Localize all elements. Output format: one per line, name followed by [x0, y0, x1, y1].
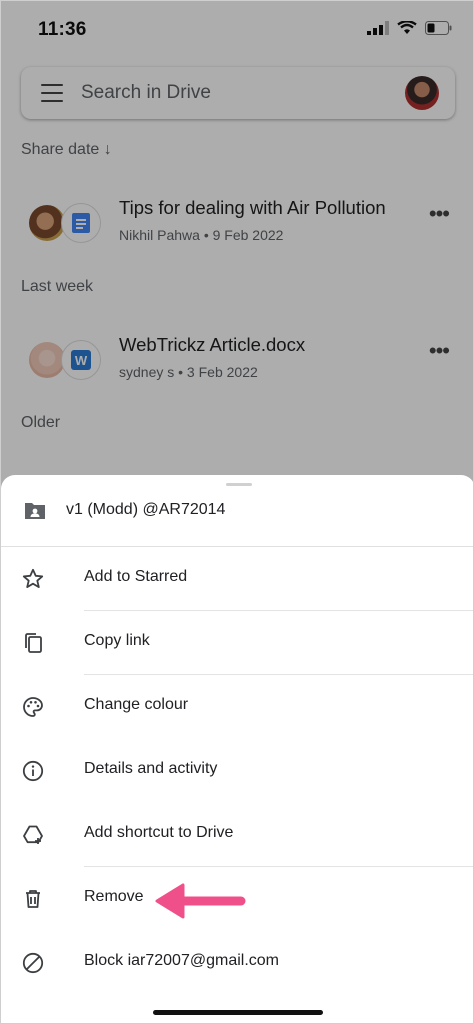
- action-label: Remove: [84, 888, 144, 905]
- block-icon: [22, 952, 44, 974]
- block-user-action[interactable]: Block iar72007@gmail.com: [1, 931, 473, 995]
- info-icon: [22, 760, 44, 782]
- details-and-activity-action[interactable]: Details and activity: [1, 739, 473, 803]
- shared-folder-icon: [25, 503, 45, 519]
- action-label: Add shortcut to Drive: [84, 824, 234, 841]
- add-to-starred-action[interactable]: Add to Starred: [1, 547, 473, 611]
- action-label: Block iar72007@gmail.com: [84, 952, 279, 969]
- star-icon: [22, 568, 44, 588]
- copy-link-icon: [25, 633, 42, 653]
- sheet-title: v1 (Modd) @AR72014: [66, 501, 226, 518]
- copy-link-action[interactable]: Copy link: [1, 611, 473, 675]
- screen: 11:36 Search in Drive Share date ↓ Tips …: [0, 0, 474, 1024]
- annotation-arrow-icon: [155, 883, 246, 919]
- action-label: Copy link: [84, 632, 150, 649]
- action-label: Details and activity: [84, 760, 218, 777]
- add-shortcut-action[interactable]: Add shortcut to Drive: [1, 803, 473, 867]
- palette-icon: [23, 697, 43, 717]
- sheet-header: v1 (Modd) @AR72014: [1, 475, 473, 547]
- action-label: Change colour: [84, 696, 189, 713]
- bottom-sheet: v1 (Modd) @AR72014 Add to Starred Copy l…: [1, 475, 473, 1023]
- trash-icon: [26, 890, 40, 908]
- change-colour-action[interactable]: Change colour: [1, 675, 473, 739]
- add-shortcut-icon: [23, 825, 43, 844]
- home-indicator[interactable]: [153, 1010, 323, 1015]
- action-label: Add to Starred: [84, 568, 188, 585]
